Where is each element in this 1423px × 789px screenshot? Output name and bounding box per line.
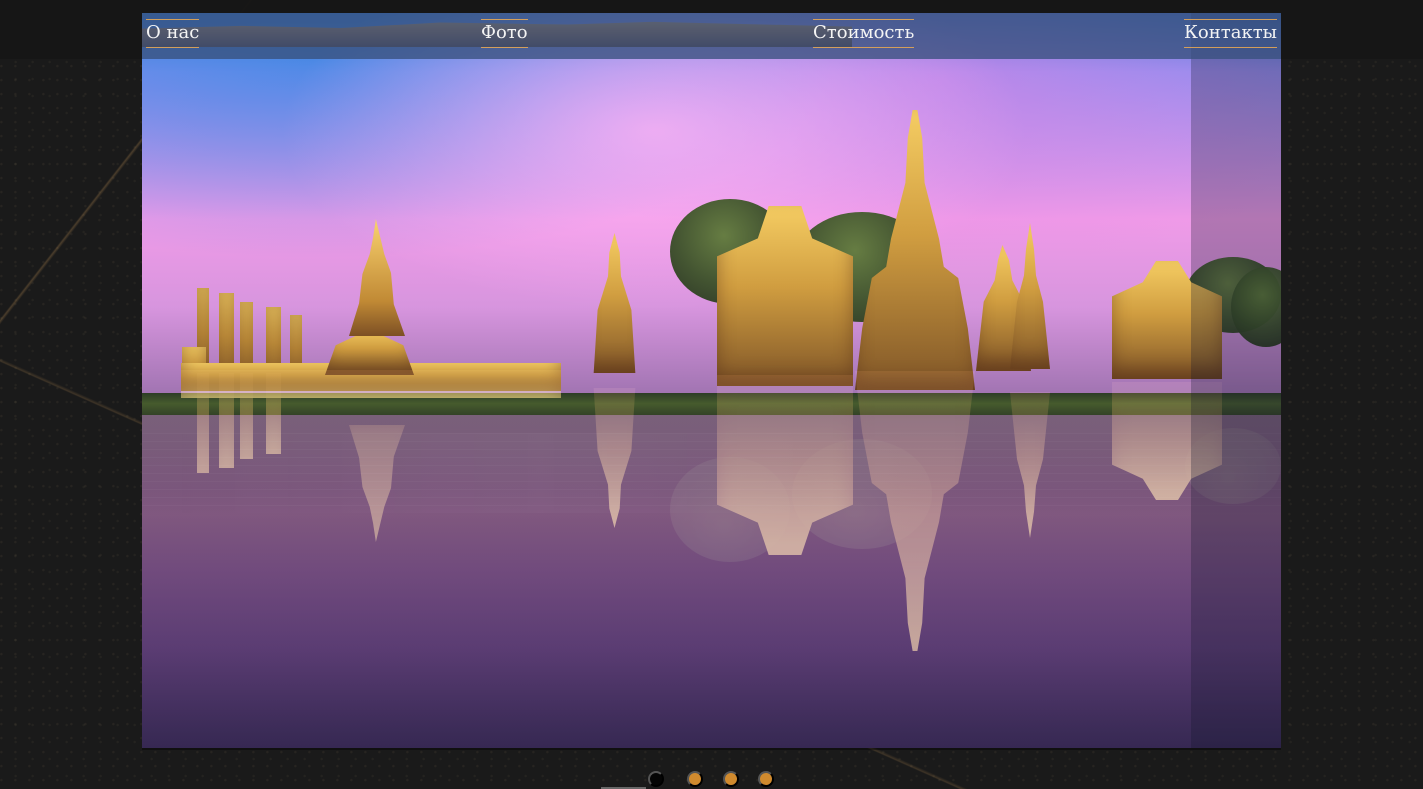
nav-link-contacts[interactable]: Контакты [1184, 19, 1277, 48]
slide-dot-1[interactable] [648, 771, 664, 787]
nav-link-photo[interactable]: Фото [481, 19, 528, 48]
slider-pagination [648, 771, 778, 789]
main-navigation: О нас Фото Стоимость Контакты [142, 13, 1281, 59]
ruin-base-reflection [181, 370, 561, 398]
page: О нас Фото Стоимость Контакты [0, 0, 1423, 789]
nav-link-price[interactable]: Стоимость [813, 19, 915, 48]
nav-link-about[interactable]: О нас [146, 19, 200, 48]
water-ripples [142, 433, 1281, 513]
right-edge-shade [1191, 13, 1281, 748]
slide-dot-4[interactable] [758, 771, 774, 787]
hero-slider: О нас Фото Стоимость Контакты [142, 13, 1281, 748]
slide-dot-3[interactable] [723, 771, 739, 787]
temple-sunset-photo [142, 13, 1281, 748]
slide-dot-2[interactable] [687, 771, 703, 787]
